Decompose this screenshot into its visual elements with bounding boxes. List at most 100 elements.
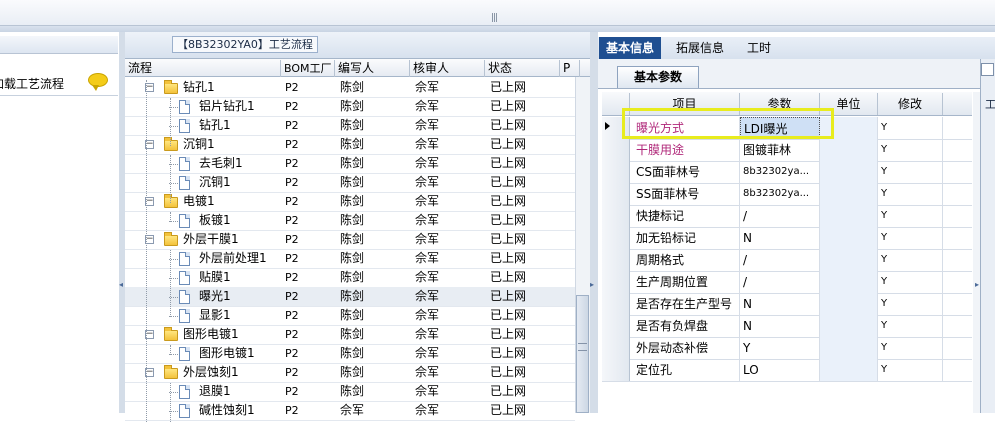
status-cell: 已上网 [490,251,527,265]
reviewer-cell: 佘军 [415,384,440,398]
tab-extended-info[interactable]: 拓展信息 [669,37,731,59]
param-value-cell[interactable]: LO [740,359,820,381]
document-icon [179,309,190,323]
row-selector[interactable] [602,337,630,359]
row-selector[interactable] [602,293,630,315]
status-cell: 已上网 [490,346,527,360]
row-selector[interactable] [602,139,630,161]
param-value-cell[interactable]: 图镀菲林 [740,139,820,161]
tree-connector [146,80,147,422]
bom-cell: P2 [285,366,299,379]
col-header-bom[interactable]: BOM工厂 [281,60,335,77]
status-cell: 已上网 [490,118,527,132]
reviewer-cell: 佘军 [415,194,440,208]
tab-basic-info[interactable]: 基本信息 [599,37,662,59]
tab-work-hours[interactable]: 工时 [740,37,778,59]
reviewer-cell: 佘军 [415,80,440,94]
reviewer-cell: 佘军 [415,251,440,265]
row-selector[interactable] [602,315,630,337]
flow-name-cell: 去毛刺1 [199,156,243,170]
flow-name-cell: 沉铜1 [199,175,231,189]
param-edit-cell: Y [878,271,943,293]
param-edit-cell: Y [878,227,943,249]
col-header-flow[interactable]: 流程 [125,60,281,77]
status-cell: 已上网 [490,365,527,379]
tree-connector [170,383,171,422]
param-item-cell: 快捷标记 [633,205,740,227]
param-value-cell[interactable]: 8b32302ya... [740,183,820,205]
reviewer-cell: 佘军 [415,403,440,417]
writer-cell: 陈剑 [340,175,365,189]
document-icon [179,100,190,114]
param-item-cell: CS面菲林号 [633,161,740,183]
param-edit-cell: Y [878,183,943,205]
document-icon [179,214,190,228]
reviewer-cell: 佘军 [415,213,440,227]
splitter-grip-icon[interactable]: ||| [491,13,503,23]
bom-cell: P2 [285,347,299,360]
status-cell: 已上网 [490,175,527,189]
bom-cell: P2 [285,138,299,151]
status-cell: 已上网 [490,156,527,170]
param-value-cell[interactable]: / [740,205,820,227]
highlight-box [622,108,834,139]
param-value-cell[interactable]: N [740,227,820,249]
param-item-cell: 生产周期位置 [633,271,740,293]
param-value-cell[interactable]: / [740,249,820,271]
param-edit-cell: Y [878,139,943,161]
writer-cell: 陈剑 [340,365,365,379]
row-selector[interactable] [602,161,630,183]
reviewer-cell: 佘军 [415,156,440,170]
col-header-reviewer[interactable]: 核审人 [410,60,485,77]
bom-cell: P2 [285,290,299,303]
flow-name-cell: 显影1 [199,308,231,322]
writer-cell: 佘军 [340,403,365,417]
param-unit-cell [820,249,878,271]
reviewer-cell: 佘军 [415,137,440,151]
row-selector[interactable] [602,359,630,381]
reviewer-cell: 佘军 [415,175,440,189]
writer-cell: 陈剑 [340,213,365,227]
param-value-cell[interactable]: 8b32302ya... [740,161,820,183]
writer-cell: 陈剑 [340,308,365,322]
collapse-right-icon[interactable]: ▸ [590,280,598,292]
row-selector[interactable] [602,183,630,205]
param-scrollbar[interactable] [973,92,980,413]
sidebar-toggle-icon[interactable] [981,63,994,76]
param-value-cell[interactable]: N [740,293,820,315]
document-icon [179,119,190,133]
sidebar-tab-label[interactable]: 工 [985,96,995,120]
status-cell: 已上网 [490,384,527,398]
subtab-basic-params[interactable]: 基本参数 [617,66,699,88]
row-selector[interactable] [602,205,630,227]
bom-cell: P2 [285,328,299,341]
load-flow-label[interactable]: 加载工艺流程 [0,75,64,92]
row-selector[interactable] [602,249,630,271]
reviewer-cell: 佘军 [415,270,440,284]
col-header-edit[interactable]: 修改 [878,93,943,115]
writer-cell: 陈剑 [340,346,365,360]
param-value-cell[interactable]: Y [740,337,820,359]
col-header-writer[interactable]: 编写人 [335,60,410,77]
bom-cell: P2 [285,214,299,227]
status-cell: 已上网 [490,137,527,151]
writer-cell: 陈剑 [340,137,365,151]
flow-name-cell: 板镀1 [199,213,231,227]
col-header-p[interactable]: P [560,60,580,77]
right-splitter[interactable] [590,32,598,413]
param-value-cell[interactable]: N [740,315,820,337]
row-selector[interactable] [602,271,630,293]
flow-name-cell: 外层前处理1 [199,251,267,265]
param-item-cell: 干膜用途 [633,139,740,161]
row-selector[interactable] [602,227,630,249]
flow-name-cell: 钻孔1 [199,118,231,132]
param-value-cell[interactable]: / [740,271,820,293]
status-cell: 已上网 [490,289,527,303]
tree-connector [170,155,171,203]
bom-cell: P2 [285,233,299,246]
folder-icon [164,194,178,208]
flow-scrollbar-thumb[interactable] [576,295,589,413]
flow-name-cell: 电镀1 [183,194,215,208]
col-header-status[interactable]: 状态 [485,60,560,77]
param-item-cell: 是否有负焊盘 [633,315,740,337]
